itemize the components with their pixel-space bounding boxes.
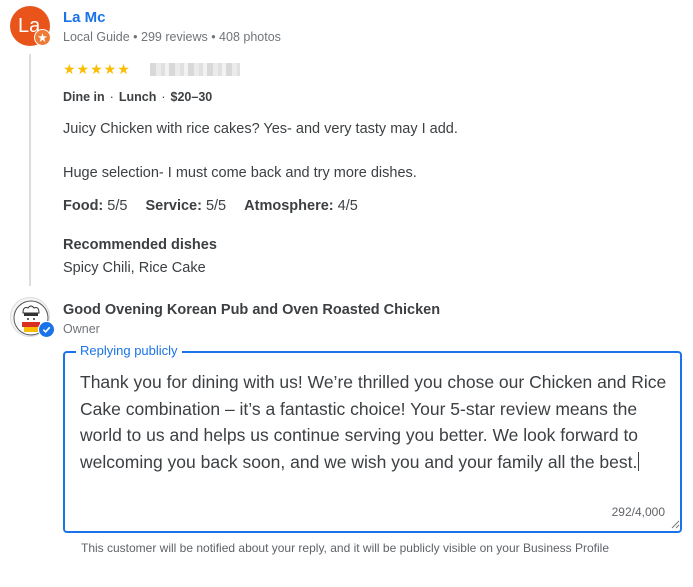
thread-line [29, 54, 31, 286]
rating-label: Service: [145, 198, 202, 214]
rating-value: 5/5 [205, 198, 227, 214]
reviewer-meta: Local Guide • 299 reviews • 408 photos [63, 30, 281, 44]
rating-label: Atmosphere: [244, 198, 334, 214]
rating-value: 4/5 [337, 198, 358, 214]
visit-info: Dine in · Lunch · $20–30 [63, 90, 212, 104]
owner-role: Owner [63, 322, 100, 336]
reply-field-label: Replying publicly [76, 343, 182, 358]
reviewer-name-link[interactable]: La Mc [63, 9, 106, 26]
rating-atmosphere: Atmosphere: 4/5 [244, 198, 358, 214]
recommended-dishes-title: Recommended dishes [63, 237, 217, 253]
separator: · [161, 90, 166, 104]
visit-meal: Lunch [118, 90, 157, 104]
review-text-line: Huge selection- I must come back and try… [63, 165, 417, 181]
local-guide-badge-icon [34, 29, 51, 46]
character-count: 292/4,000 [611, 505, 665, 519]
sub-ratings: Food: 5/5 Service: 5/5 Atmosphere: 4/5 [63, 198, 372, 214]
rating-value: 5/5 [107, 198, 128, 214]
resize-handle-icon[interactable] [671, 520, 680, 529]
visit-price: $20–30 [170, 90, 213, 104]
verified-check-icon [38, 321, 55, 338]
owner-name: Good Ovening Korean Pub and Oven Roasted… [63, 302, 441, 318]
separator: · [109, 90, 114, 104]
reply-text[interactable]: Thank you for dining with us! We’re thri… [80, 369, 670, 475]
rating-food: Food: 5/5 [63, 198, 127, 214]
text-cursor [638, 451, 640, 471]
review-text-line: Juicy Chicken with rice cakes? Yes- and … [63, 121, 458, 137]
reply-text-content: Thank you for dining with us! We’re thri… [80, 372, 667, 472]
recommended-dishes-list: Spicy Chili, Rice Cake [63, 260, 206, 276]
visit-mode: Dine in [63, 90, 105, 104]
review-date-redacted [150, 63, 240, 76]
reply-helper-text: This customer will be notified about you… [81, 541, 610, 555]
star-rating-icon: ★★★★★ [63, 61, 131, 77]
rating-label: Food: [63, 198, 104, 214]
rating-service: Service: 5/5 [146, 198, 227, 214]
